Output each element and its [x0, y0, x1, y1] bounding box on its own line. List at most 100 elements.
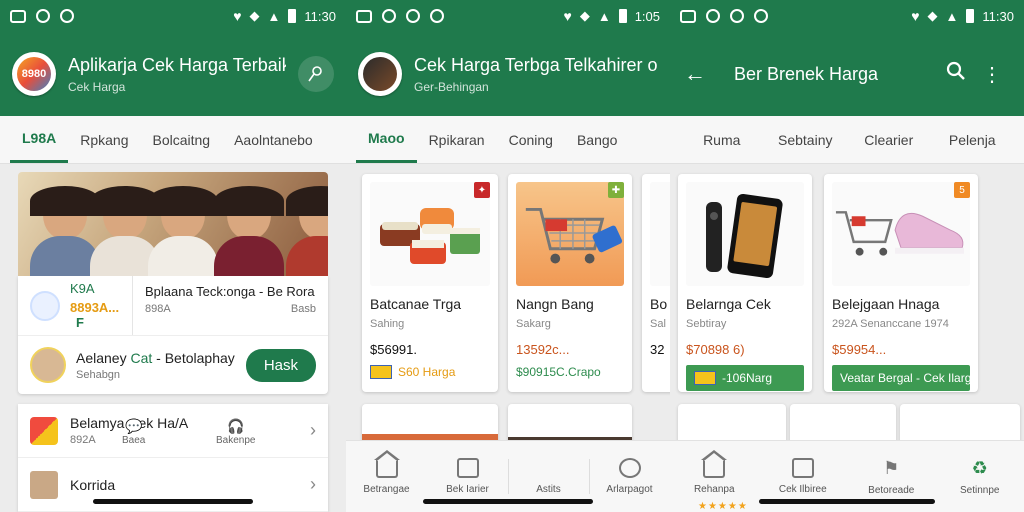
product-image-partial [650, 182, 670, 286]
ticket-icon [370, 365, 392, 379]
status-bar: ♥ ◆ ▲ 11:30 [670, 0, 1024, 32]
gesture-bar[interactable] [423, 499, 593, 504]
product-card[interactable]: Belarnga Cek Sebtiray $70898 6) -106Narg [678, 174, 812, 392]
tab-4[interactable]: Pelenja [931, 116, 1015, 163]
hack-subtitle: Sehabgn [76, 368, 121, 381]
product-card[interactable]: ✚ Nangn Bang Sakarg 13592c... $90915C.Cr… [508, 174, 632, 392]
product-name: Belarnga Cek [686, 296, 771, 312]
refresh-icon [60, 9, 74, 23]
heart-icon: ♥ [233, 8, 242, 24]
tab-4[interactable]: Aaolntanebo [222, 116, 325, 163]
app-subtitle: Cek Harga [68, 79, 126, 94]
screen-compare: ♥ ◆ ▲ 11:30 ← Ber Brenek Harga ⋮ Ruma Se… [670, 0, 1024, 512]
nav-settings[interactable]: ♻ Setinnpe [936, 441, 1024, 512]
product-price: $59954... [832, 342, 887, 357]
status-bar: ♥ ◆ ▲ 11:30 [0, 0, 346, 32]
app-bar: ← Ber Brenek Harga ⋮ [670, 32, 1024, 116]
support-shortcut[interactable]: 🎧 Bakenpe [216, 418, 255, 446]
product-name: Bo [650, 296, 668, 312]
product-image-phone [686, 182, 804, 286]
tab-1[interactable]: L98A [10, 116, 69, 163]
phone-illustration [706, 193, 783, 279]
gesture-bar[interactable] [759, 499, 935, 504]
chevron-right-icon: › [310, 474, 316, 494]
support-shortcut-label: Bakenpe [216, 435, 256, 446]
discount-badge: 5 [954, 182, 970, 198]
product-grid: ✦ Batcanae Trga Sahing $56991. S60 Harga [346, 164, 670, 392]
promo-card: K9A 8893A... F Bplaana Teck:onga - Be Ro… [18, 276, 328, 394]
tab-3[interactable]: Clearier [847, 116, 931, 163]
product-sub: 292A Senanccane 1974 [832, 318, 949, 330]
tab-bar: Maoo Rpikaran Coning Bango [346, 116, 670, 164]
chat-icon: 💬 [124, 418, 143, 434]
chat-shortcut[interactable]: 💬 Baea [122, 418, 145, 446]
nav-account[interactable]: Arlarpagot [589, 441, 670, 512]
hack-row: Aelaney Cat - Betolaphay Sehabgn Hask [18, 336, 328, 394]
product-price: $70898 6) [686, 342, 745, 357]
gesture-bar[interactable] [93, 499, 253, 504]
profile-button[interactable] [298, 56, 334, 92]
product-image-cart: ✚ [516, 182, 624, 286]
tab-3[interactable]: Bolcaitng [141, 116, 223, 163]
battery-icon [966, 9, 975, 23]
hack-button[interactable]: Hask [245, 348, 316, 382]
product-card[interactable]: Bo Sal 32 [642, 174, 670, 392]
deal-label: -106Narg [722, 371, 773, 385]
list-item[interactable]: Belamya Cek Ha/A 892A 💬 Baea 🎧 Bakenpe › [18, 404, 328, 458]
tab-2[interactable]: Sebtainy [764, 116, 848, 163]
tab-2[interactable]: Rpkang [68, 116, 140, 163]
promo-right-title: Bplaana Teck:onga - Be Rora [145, 284, 315, 299]
heart-icon: ♥ [911, 8, 920, 24]
tab-4[interactable]: Bango [565, 116, 629, 163]
recycle-icon: ♻ [971, 457, 988, 478]
hero-banner-image[interactable] [18, 172, 328, 276]
rating-stars: ★★★★★ [698, 501, 748, 512]
product-price: $56991. [370, 342, 417, 357]
product-sub: Sebtiray [686, 318, 727, 330]
screen-home: ♥ ◆ ▲ 11:30 8980 Aplikarja Cek Harga Ter… [0, 0, 346, 512]
nav-label: Bek Iarier [446, 484, 489, 495]
product-name: Batcanae Trga [370, 296, 462, 312]
promo-left-title: K9A [70, 281, 95, 296]
product-card[interactable]: 5 Belejgaan Hnaga 292A Senanccane 1974 $… [824, 174, 978, 392]
search-icon[interactable] [938, 61, 974, 87]
back-arrow-icon[interactable]: ← [684, 61, 724, 87]
more-vert-icon[interactable]: ⋮ [974, 62, 1010, 87]
avatar [30, 347, 66, 383]
category-icon [30, 416, 58, 445]
compare-button[interactable]: Veatar Bergal - Cek Ilarga [832, 365, 970, 391]
product-grid: Belarnga Cek Sebtiray $70898 6) -106Narg… [670, 164, 1024, 392]
promo-right[interactable]: Bplaana Teck:onga - Be Rora 898A Basb [132, 276, 328, 335]
category-list: Belamya Cek Ha/A 892A 💬 Baea 🎧 Bakenpe ›… [18, 404, 328, 512]
tab-1[interactable]: Ruma [680, 116, 764, 163]
signal-icon: ▲ [945, 8, 959, 24]
battery-icon [618, 9, 627, 23]
tab-1[interactable]: Maoo [356, 116, 417, 163]
status-bar: ♥ ◆ ▲ 1:05 [346, 0, 670, 32]
app-title: Aplikarja Cek Harga Terbaik [68, 54, 286, 75]
status-time: 11:30 [304, 8, 336, 24]
app-title: Cek Harga Terbga Telkahirer ock [414, 54, 658, 75]
tab-bar: L98A Rpkang Bolcaitng Aaolntanebo [0, 116, 346, 164]
tab-2[interactable]: Rpikaran [417, 116, 497, 163]
promo-left[interactable]: K9A 8893A... F [18, 276, 132, 335]
nav-label: Cek Ilbiree [778, 484, 827, 495]
image-icon [680, 9, 696, 23]
wifi-icon: ◆ [927, 8, 938, 23]
nav-home[interactable]: Betrangae [346, 441, 427, 512]
calendar-icon [456, 458, 479, 478]
product-sub: Sakarg [516, 318, 551, 330]
app-bar: Cek Harga Terbga Telkahirer ock Ger-Behi… [346, 32, 670, 116]
cart-shoes-illustration [835, 211, 965, 256]
promo-left-flag: F [76, 315, 84, 330]
status-time: 1:05 [634, 8, 660, 24]
promo-right-extra: Basb [290, 303, 316, 315]
ticket-icon [694, 371, 716, 385]
hack-title-a: Aelaney [76, 349, 131, 366]
product-card[interactable]: ✦ Batcanae Trga Sahing $56991. S60 Harga [362, 174, 498, 392]
chat-shortcut-label: Baea [122, 435, 146, 446]
product-sub: Sahing [370, 318, 405, 330]
deal-button[interactable]: -106Narg [686, 365, 804, 391]
tab-3[interactable]: Coning [497, 116, 565, 163]
product-sub: Sal [650, 318, 666, 330]
